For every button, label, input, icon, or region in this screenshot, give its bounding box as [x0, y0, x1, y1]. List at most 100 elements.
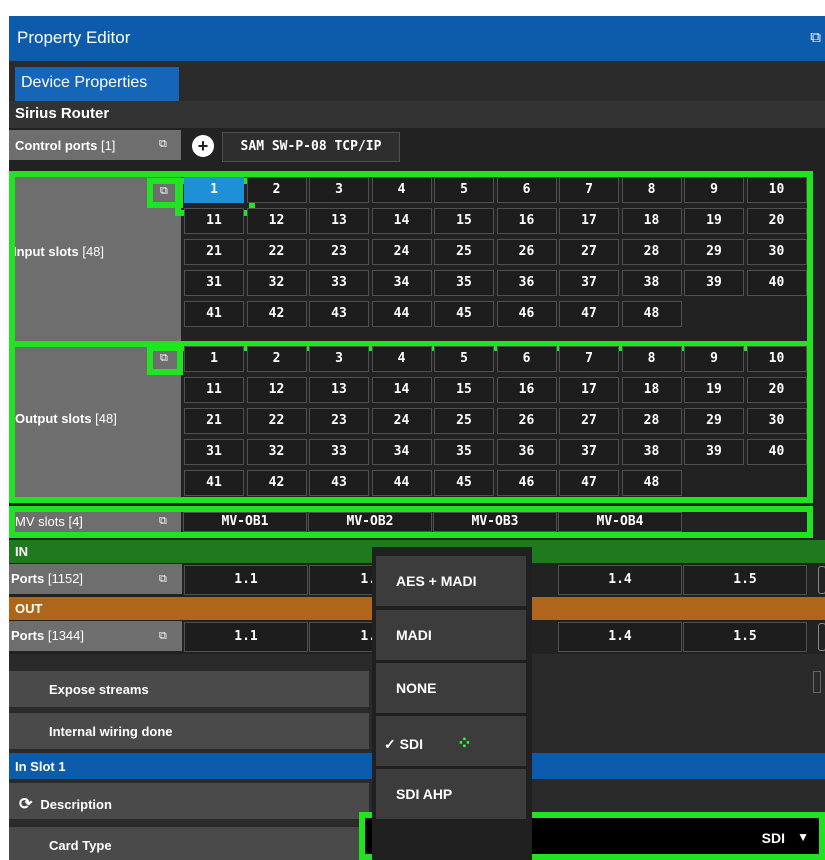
- slot-button[interactable]: 16: [496, 377, 557, 403]
- slot-button[interactable]: 45: [434, 470, 494, 496]
- slot-button[interactable]: 40: [746, 270, 807, 296]
- detach-icon[interactable]: ⧉: [810, 29, 821, 46]
- mv-slot-button[interactable]: MV-OB1: [183, 512, 307, 532]
- slot-button[interactable]: 34: [371, 439, 432, 465]
- slot-button[interactable]: 41: [184, 301, 244, 327]
- slot-button[interactable]: 39: [684, 439, 744, 465]
- slot-button[interactable]: 9: [684, 177, 744, 203]
- out-port-button[interactable]: 1.: [309, 622, 379, 652]
- slot-button[interactable]: 18: [621, 208, 682, 234]
- out-port-button[interactable]: 1.5: [683, 622, 807, 652]
- slot-button[interactable]: 4: [371, 177, 432, 203]
- slot-button[interactable]: 15: [434, 208, 494, 234]
- out-port-button[interactable]: 1.1: [184, 622, 308, 652]
- detach-icon[interactable]: ⧉: [160, 352, 168, 365]
- slot-button[interactable]: 9: [684, 346, 744, 372]
- option-none[interactable]: NONE: [376, 663, 526, 713]
- slot-button[interactable]: 12: [246, 377, 307, 403]
- slot-button[interactable]: 26: [496, 408, 557, 434]
- slot-button[interactable]: 10: [746, 177, 807, 203]
- slot-button[interactable]: 31: [184, 439, 244, 465]
- tab-device-properties[interactable]: Device Properties: [15, 67, 179, 101]
- slot-button[interactable]: 19: [684, 208, 744, 234]
- mv-slot-button[interactable]: MV-OB3: [433, 512, 557, 532]
- slot-button[interactable]: 43: [309, 301, 369, 327]
- slot-button[interactable]: 16: [496, 208, 557, 234]
- slot-button[interactable]: 33: [309, 270, 369, 296]
- slot-button[interactable]: 45: [434, 301, 494, 327]
- slot-button[interactable]: 36: [496, 270, 557, 296]
- internal-wiring-row[interactable]: Internal wiring done: [9, 713, 369, 749]
- slot-button[interactable]: 48: [621, 470, 682, 496]
- in-port-button[interactable]: 1.: [309, 565, 379, 595]
- slot-button[interactable]: 44: [371, 301, 432, 327]
- slot-button[interactable]: 47: [559, 301, 619, 327]
- slot-button[interactable]: 33: [309, 439, 369, 465]
- slot-button[interactable]: 7: [559, 177, 619, 203]
- slot-button[interactable]: 43: [309, 470, 369, 496]
- slot-button[interactable]: 15: [434, 377, 494, 403]
- slot-button[interactable]: 11: [184, 208, 244, 234]
- slot-button[interactable]: 14: [371, 208, 432, 234]
- slot-button[interactable]: 10: [746, 346, 807, 372]
- slot-button[interactable]: 5: [434, 346, 494, 372]
- slot-button[interactable]: 40: [746, 439, 807, 465]
- option-madi[interactable]: MADI: [376, 610, 526, 660]
- slot-button[interactable]: 36: [496, 439, 557, 465]
- slot-button[interactable]: 46: [496, 301, 557, 327]
- slot-button[interactable]: 2: [246, 177, 307, 203]
- slot-button[interactable]: 13: [309, 377, 369, 403]
- in-port-button[interactable]: 1.4: [558, 565, 682, 595]
- slot-button[interactable]: 24: [371, 239, 432, 265]
- slot-button[interactable]: 1: [184, 177, 244, 203]
- out-port-button[interactable]: 1.4: [558, 622, 682, 652]
- slot-button[interactable]: 19: [684, 377, 744, 403]
- in-port-button[interactable]: 1.5: [683, 565, 807, 595]
- detach-icon[interactable]: ⧉: [159, 573, 167, 586]
- detach-icon[interactable]: ⧉: [160, 185, 168, 198]
- slot-button[interactable]: 7: [559, 346, 619, 372]
- slot-button[interactable]: 13: [309, 208, 369, 234]
- slot-button[interactable]: 38: [621, 270, 682, 296]
- scrollbar[interactable]: [818, 566, 825, 594]
- detach-icon[interactable]: ⧉: [159, 138, 167, 151]
- expose-streams-row[interactable]: Expose streams: [9, 671, 369, 707]
- slot-button[interactable]: 17: [559, 208, 619, 234]
- slot-button[interactable]: 37: [559, 439, 619, 465]
- slot-button[interactable]: 23: [309, 239, 369, 265]
- slot-button[interactable]: 35: [434, 439, 494, 465]
- slot-button[interactable]: 42: [246, 470, 307, 496]
- slot-button[interactable]: 5: [434, 177, 494, 203]
- mv-slot-button[interactable]: MV-OB2: [308, 512, 432, 532]
- option-aes-madi[interactable]: AES + MADI: [376, 556, 526, 606]
- slot-button[interactable]: 12: [246, 208, 307, 234]
- slot-button[interactable]: 27: [559, 239, 619, 265]
- slot-button[interactable]: 37: [559, 270, 619, 296]
- add-control-port-button[interactable]: +: [192, 135, 214, 157]
- slot-button[interactable]: 47: [559, 470, 619, 496]
- slot-button[interactable]: 44: [371, 470, 432, 496]
- slot-button[interactable]: 11: [184, 377, 244, 403]
- slot-button[interactable]: 32: [246, 439, 307, 465]
- slot-button[interactable]: 28: [621, 239, 682, 265]
- slot-button[interactable]: 35: [434, 270, 494, 296]
- slot-button[interactable]: 18: [621, 377, 682, 403]
- slot-button[interactable]: 32: [246, 270, 307, 296]
- control-port-protocol-button[interactable]: SAM SW-P-08 TCP/IP: [222, 132, 400, 162]
- slot-button[interactable]: 25: [434, 408, 494, 434]
- slot-button[interactable]: 22: [246, 239, 307, 265]
- option-sdi[interactable]: ✓ SDI ⁘: [376, 716, 526, 766]
- slot-button[interactable]: 8: [621, 177, 682, 203]
- slot-button[interactable]: 23: [309, 408, 369, 434]
- slot-button[interactable]: 38: [621, 439, 682, 465]
- in-port-button[interactable]: 1.1: [184, 565, 308, 595]
- slot-button[interactable]: 21: [184, 408, 244, 434]
- mv-slot-button[interactable]: MV-OB4: [558, 512, 682, 532]
- slot-button[interactable]: 28: [621, 408, 682, 434]
- slot-button[interactable]: 4: [371, 346, 432, 372]
- slot-button[interactable]: 6: [496, 346, 557, 372]
- slot-button[interactable]: 30: [746, 408, 807, 434]
- slot-button[interactable]: 29: [684, 408, 744, 434]
- description-row[interactable]: ⟳ Description: [9, 783, 369, 819]
- slot-button[interactable]: 8: [621, 346, 682, 372]
